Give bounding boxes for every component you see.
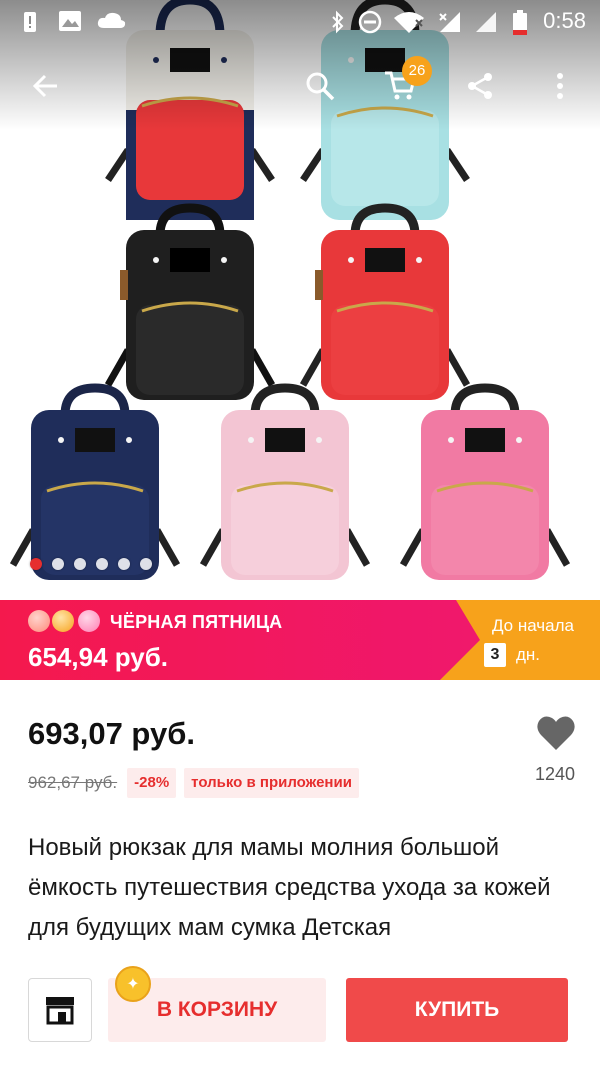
cart-button[interactable]: 26 xyxy=(372,56,432,116)
app-only-badge: только в приложении xyxy=(184,768,359,798)
gallery-dot[interactable] xyxy=(74,558,86,570)
buy-now-button[interactable]: КУПИТЬ xyxy=(346,978,568,1042)
old-price: 962,67 руб. xyxy=(28,773,118,792)
share-icon xyxy=(468,73,492,99)
search-button[interactable] xyxy=(292,56,348,116)
more-button[interactable] xyxy=(532,56,588,116)
battery-icon xyxy=(513,10,527,35)
countdown: 3 дн. xyxy=(484,643,540,667)
do-not-disturb-icon xyxy=(358,10,382,34)
heart-icon xyxy=(537,716,575,750)
alert-icon xyxy=(24,12,36,32)
product-image-gallery[interactable]: 0:58 26 xyxy=(0,0,600,600)
countdown-unit: дн. xyxy=(516,645,541,664)
gallery-icon xyxy=(59,11,81,31)
gallery-dot[interactable] xyxy=(52,558,64,570)
promo-ornament-icon xyxy=(28,610,108,632)
gallery-pagination xyxy=(30,554,162,574)
gallery-dot[interactable] xyxy=(140,558,152,570)
wishlist-button[interactable] xyxy=(535,712,577,754)
promo-title: ЧЁРНАЯ ПЯТНИЦА xyxy=(110,612,283,632)
gallery-dot[interactable] xyxy=(30,558,42,570)
product-price: 693,07 руб. xyxy=(28,716,195,751)
cloud-icon xyxy=(97,12,126,28)
coin-icon: ✦ xyxy=(115,966,151,1002)
signal-icon xyxy=(476,12,496,32)
app-bar: 26 xyxy=(0,56,600,116)
product-title[interactable]: Новый рюкзак для мамы молния большой ёмк… xyxy=(28,828,578,948)
back-button[interactable] xyxy=(18,56,74,116)
price-details: 962,67 руб. -28% только в приложении xyxy=(28,768,367,798)
wifi-icon xyxy=(394,12,424,33)
store-icon xyxy=(46,997,74,1025)
bluetooth-icon xyxy=(332,10,344,34)
gallery-dot[interactable] xyxy=(118,558,130,570)
wishlist-count: 1240 xyxy=(534,764,576,784)
share-button[interactable] xyxy=(452,56,508,116)
arrow-left-icon xyxy=(32,74,57,98)
countdown-panel xyxy=(440,600,600,680)
signal-icon xyxy=(439,12,460,32)
promo-price: 654,94 руб. xyxy=(28,642,169,672)
black-friday-banner[interactable]: ЧЁРНАЯ ПЯТНИЦА 654,94 руб. До начала xyxy=(0,600,600,680)
countdown-days: 3 xyxy=(484,643,506,667)
countdown-label: До начала xyxy=(491,616,574,635)
gallery-dot[interactable] xyxy=(96,558,108,570)
search-icon xyxy=(306,72,335,101)
discount-badge: -28% xyxy=(127,768,177,798)
cart-count-badge: 26 xyxy=(402,56,432,86)
status-time: 0:58 xyxy=(543,8,586,33)
store-button[interactable] xyxy=(28,978,92,1042)
status-bar: 0:58 xyxy=(0,0,600,42)
more-vertical-icon xyxy=(557,73,563,99)
